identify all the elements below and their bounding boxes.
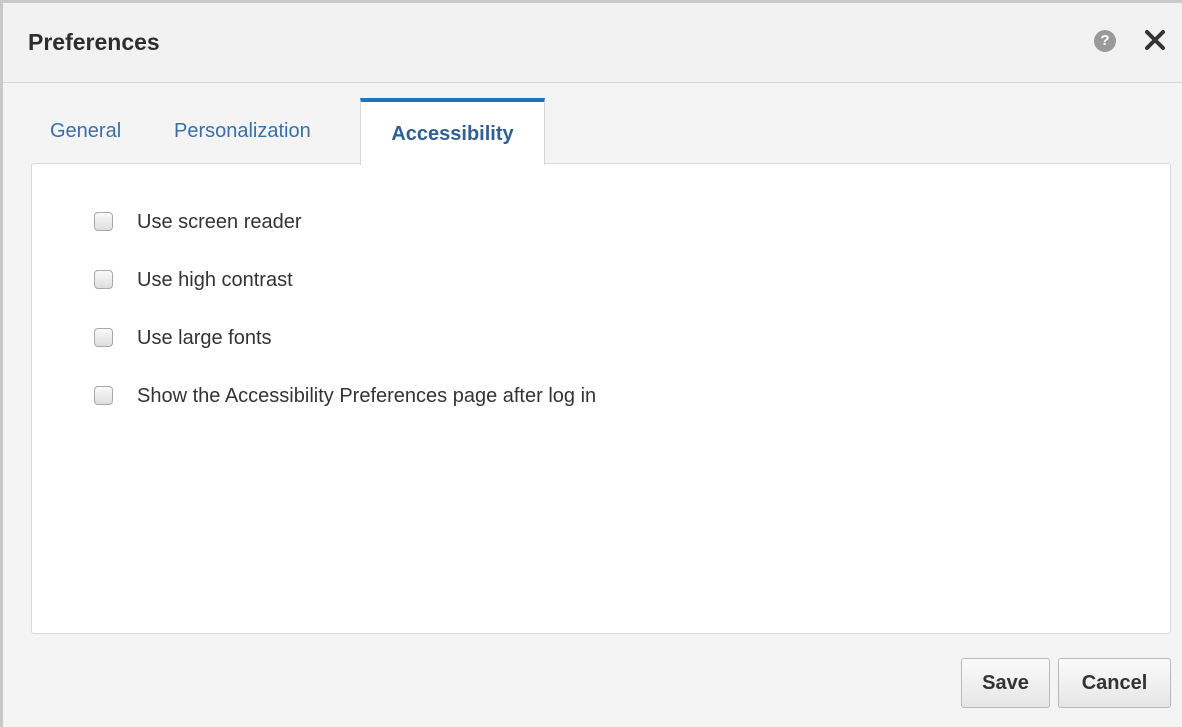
close-x-glyph [1145, 30, 1165, 50]
large-fonts-label: Use large fonts [137, 327, 272, 349]
tab-general[interactable]: General [50, 98, 121, 164]
dialog-header: Preferences ? [3, 3, 1182, 83]
close-icon[interactable] [1143, 27, 1167, 53]
accessibility-panel: Use screen reader Use high contrast Use … [31, 163, 1171, 634]
save-button[interactable]: Save [961, 658, 1050, 708]
cancel-button[interactable]: Cancel [1058, 658, 1171, 708]
tab-accessibility[interactable]: Accessibility [360, 98, 545, 165]
help-icon[interactable]: ? [1094, 30, 1116, 52]
large-fonts-checkbox[interactable] [94, 328, 113, 347]
tab-personalization[interactable]: Personalization [174, 98, 311, 164]
high-contrast-checkbox[interactable] [94, 270, 113, 289]
screen-reader-label: Use screen reader [137, 211, 302, 233]
show-accessibility-page-checkbox[interactable] [94, 386, 113, 405]
screen-reader-checkbox[interactable] [94, 212, 113, 231]
show-accessibility-page-label: Show the Accessibility Preferences page … [137, 385, 597, 407]
high-contrast-label: Use high contrast [137, 269, 293, 291]
tab-bar: General Personalization Accessibility [31, 98, 1171, 165]
preferences-dialog: Preferences ? General Personalization Ac… [0, 0, 1182, 727]
dialog-title: Preferences [28, 29, 160, 55]
